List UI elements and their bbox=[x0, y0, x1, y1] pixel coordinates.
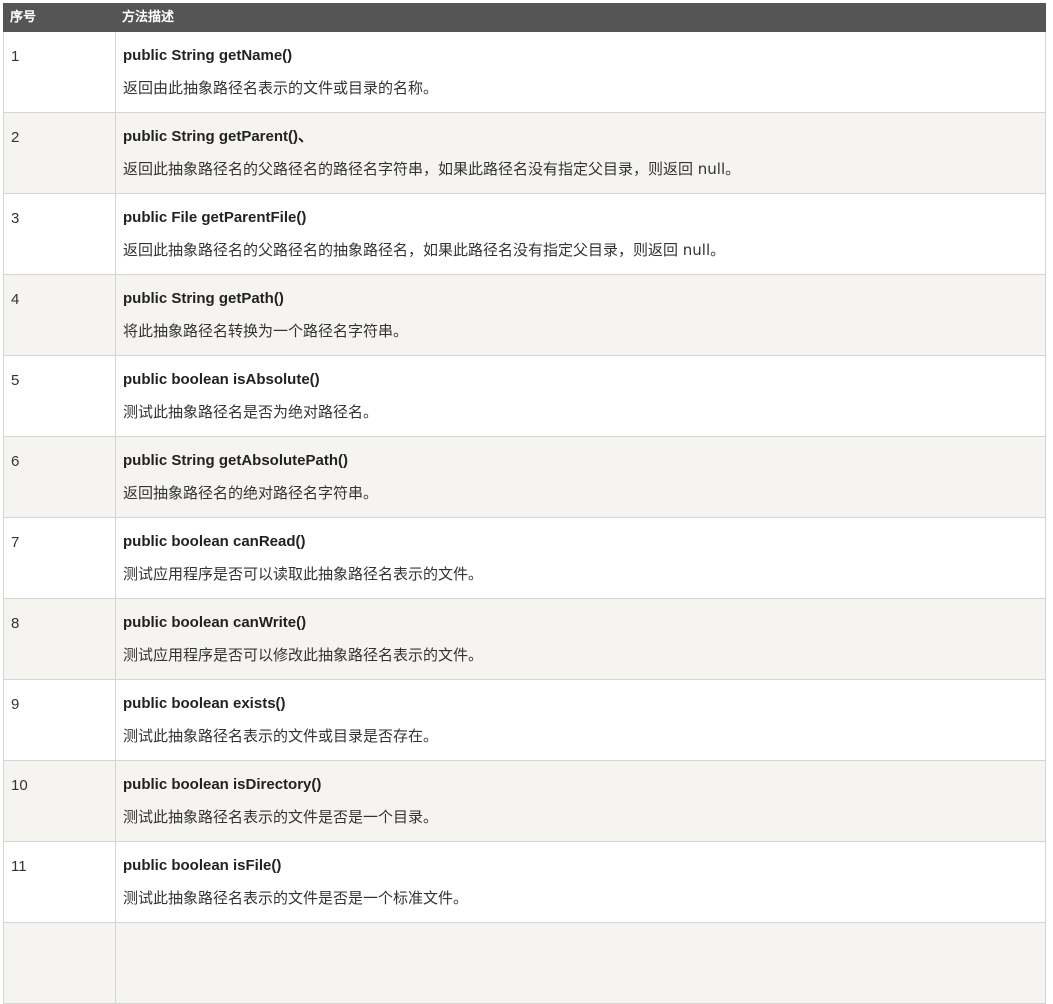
row-number-cell: 3 bbox=[3, 193, 116, 275]
method-cell: public File getParentFile() 返回此抽象路径名的父路径… bbox=[115, 193, 1046, 275]
row-number-cell: 6 bbox=[3, 436, 116, 518]
row-number-cell: 11 bbox=[3, 841, 116, 923]
method-description: 测试此抽象路径名表示的文件是否是一个标准文件。 bbox=[123, 889, 469, 907]
header-method-description: 方法描述 bbox=[115, 3, 1046, 32]
method-cell: public boolean isAbsolute() 测试此抽象路径名是否为绝… bbox=[115, 355, 1046, 437]
method-description: 测试应用程序是否可以修改此抽象路径名表示的文件。 bbox=[123, 646, 484, 664]
table-row: 5 public boolean isAbsolute() 测试此抽象路径名是否… bbox=[3, 355, 1046, 437]
method-cell: public boolean isDirectory() 测试此抽象路径名表示的… bbox=[115, 760, 1046, 842]
method-signature: public boolean isFile() bbox=[123, 857, 282, 874]
method-description: 返回此抽象路径名的父路径名的路径名字符串，如果此路径名没有指定父目录，则返回 n… bbox=[123, 160, 741, 178]
row-number: 6 bbox=[11, 453, 20, 470]
method-signature: public File getParentFile() bbox=[123, 209, 307, 226]
row-number: 8 bbox=[11, 615, 20, 632]
row-number: 4 bbox=[11, 291, 20, 308]
method-cell: public String getAbsolutePath() 返回抽象路径名的… bbox=[115, 436, 1046, 518]
method-cell: public String getParent()、 返回此抽象路径名的父路径名… bbox=[115, 112, 1046, 194]
row-number: 1 bbox=[11, 48, 20, 65]
method-description: 返回抽象路径名的绝对路径名字符串。 bbox=[123, 484, 379, 502]
method-cell: public String getPath() 将此抽象路径名转换为一个路径名字… bbox=[115, 274, 1046, 356]
row-number: 3 bbox=[11, 210, 20, 227]
table-header-row: 序号 方法描述 bbox=[3, 3, 1046, 32]
method-signature: public boolean exists() bbox=[123, 695, 286, 712]
method-cell: public boolean exists() 测试此抽象路径名表示的文件或目录… bbox=[115, 679, 1046, 761]
method-signature: public boolean isAbsolute() bbox=[123, 371, 320, 388]
table-row: 4 public String getPath() 将此抽象路径名转换为一个路径… bbox=[3, 274, 1046, 356]
file-methods-table: 序号 方法描述 1 public String getName() 返回由此抽象… bbox=[3, 3, 1046, 1004]
row-number-cell: 7 bbox=[3, 517, 116, 599]
method-signature: public String getName() bbox=[123, 47, 293, 64]
method-cell: public String getName() 返回由此抽象路径名表示的文件或目… bbox=[115, 31, 1046, 113]
method-description: 测试应用程序是否可以读取此抽象路径名表示的文件。 bbox=[123, 565, 484, 583]
method-cell: public boolean canWrite() 测试应用程序是否可以修改此抽… bbox=[115, 598, 1046, 680]
table-row: 6 public String getAbsolutePath() 返回抽象路径… bbox=[3, 436, 1046, 518]
row-number-cell: 10 bbox=[3, 760, 116, 842]
method-cell: public boolean canRead() 测试应用程序是否可以读取此抽象… bbox=[115, 517, 1046, 599]
row-number: 9 bbox=[11, 696, 20, 713]
method-cell: public boolean isFile() 测试此抽象路径名表示的文件是否是… bbox=[115, 841, 1046, 923]
header-serial-number: 序号 bbox=[3, 3, 116, 32]
table-row: 2 public String getParent()、 返回此抽象路径名的父路… bbox=[3, 112, 1046, 194]
method-signature: public String getAbsolutePath() bbox=[123, 452, 348, 469]
method-description: 返回由此抽象路径名表示的文件或目录的名称。 bbox=[123, 79, 439, 97]
row-number: 2 bbox=[11, 129, 20, 146]
row-number-cell: 4 bbox=[3, 274, 116, 356]
row-number: 10 bbox=[11, 777, 28, 794]
table-row: 11 public boolean isFile() 测试此抽象路径名表示的文件… bbox=[3, 841, 1046, 923]
row-number-cell: 9 bbox=[3, 679, 116, 761]
table-row: 10 public boolean isDirectory() 测试此抽象路径名… bbox=[3, 760, 1046, 842]
table-row: 7 public boolean canRead() 测试应用程序是否可以读取此… bbox=[3, 517, 1046, 599]
table-row: 1 public String getName() 返回由此抽象路径名表示的文件… bbox=[3, 31, 1046, 113]
row-number-cell: 2 bbox=[3, 112, 116, 194]
row-number: 7 bbox=[11, 534, 20, 551]
row-number: 11 bbox=[11, 858, 27, 875]
row-number-cell: 5 bbox=[3, 355, 116, 437]
method-signature: public boolean canRead() bbox=[123, 533, 306, 550]
row-number: 5 bbox=[11, 372, 20, 389]
table-row-partial bbox=[3, 922, 1046, 1004]
row-number-cell bbox=[3, 922, 116, 1004]
method-signature: public String getParent()、 bbox=[123, 128, 314, 145]
method-description: 测试此抽象路径名表示的文件是否是一个目录。 bbox=[123, 808, 439, 826]
method-signature: public String getPath() bbox=[123, 290, 284, 307]
row-number-cell: 8 bbox=[3, 598, 116, 680]
method-signature: public boolean canWrite() bbox=[123, 614, 307, 631]
table-row: 9 public boolean exists() 测试此抽象路径名表示的文件或… bbox=[3, 679, 1046, 761]
method-description: 测试此抽象路径名表示的文件或目录是否存在。 bbox=[123, 727, 439, 745]
method-description: 返回此抽象路径名的父路径名的抽象路径名，如果此路径名没有指定父目录，则返回 nu… bbox=[123, 241, 726, 259]
row-number-cell: 1 bbox=[3, 31, 116, 113]
table-row: 8 public boolean canWrite() 测试应用程序是否可以修改… bbox=[3, 598, 1046, 680]
method-cell bbox=[115, 922, 1046, 1004]
method-description: 将此抽象路径名转换为一个路径名字符串。 bbox=[123, 322, 409, 340]
method-description: 测试此抽象路径名是否为绝对路径名。 bbox=[123, 403, 379, 421]
table-row: 3 public File getParentFile() 返回此抽象路径名的父… bbox=[3, 193, 1046, 275]
method-signature: public boolean isDirectory() bbox=[123, 776, 322, 793]
method-table-container: 序号 方法描述 1 public String getName() 返回由此抽象… bbox=[3, 3, 1046, 1004]
